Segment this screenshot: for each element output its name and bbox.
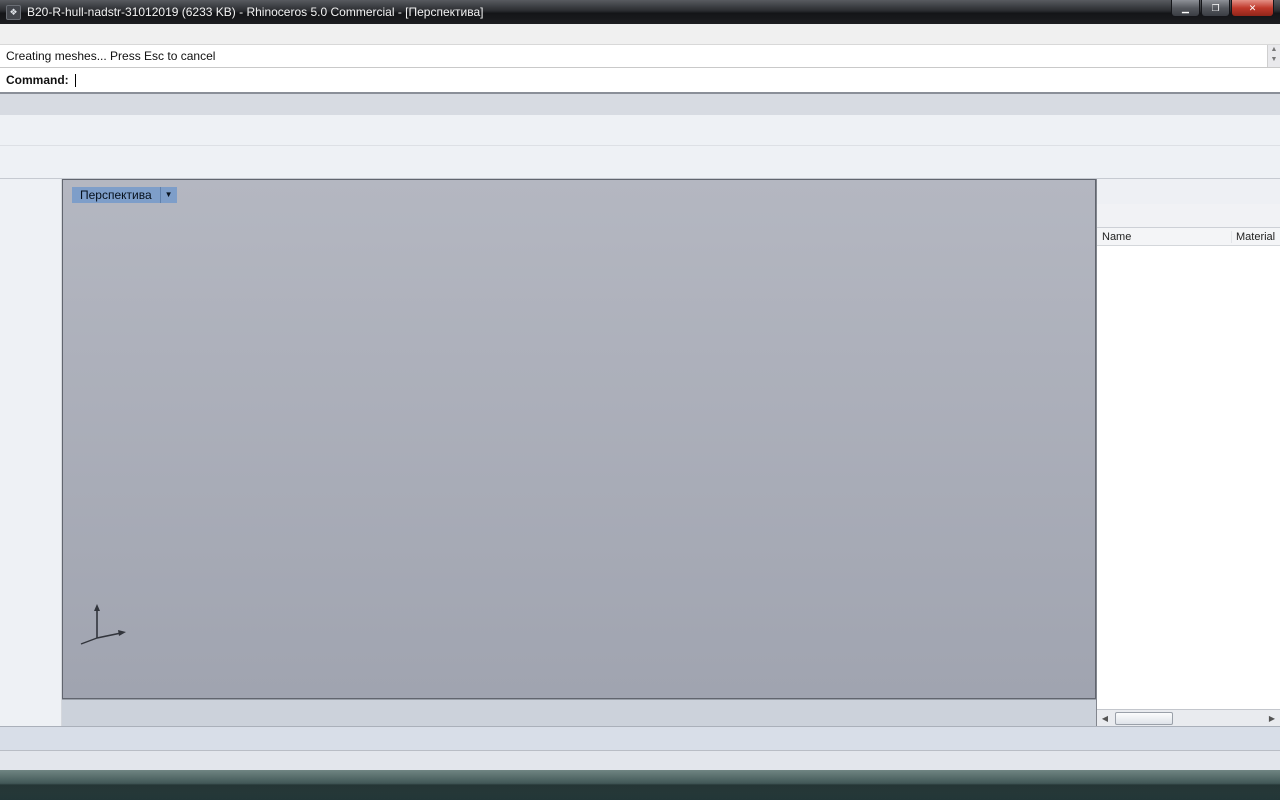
toolbar-tab-strip — [0, 94, 1280, 115]
command-input[interactable]: Command: — [0, 68, 1280, 94]
scroll-left-icon[interactable]: ◀ — [1097, 714, 1113, 723]
layers-panel: Name Material ◀ ▶ — [1096, 179, 1280, 726]
viewport-column: Перспектива ▼ — [62, 179, 1096, 726]
close-button[interactable]: ✕ — [1231, 0, 1274, 17]
scroll-right-icon[interactable]: ▶ — [1264, 714, 1280, 723]
minimize-button[interactable]: ▁ — [1171, 0, 1200, 17]
rhino-application-window: ❖ B20-R-hull-nadstr-31012019 (6233 KB) -… — [0, 0, 1280, 800]
column-name: Name — [1102, 231, 1231, 243]
window-title: B20-R-hull-nadstr-31012019 (6233 KB) - R… — [27, 5, 483, 19]
layer-list-header: Name Material — [1097, 228, 1280, 246]
panel-horizontal-scrollbar[interactable]: ◀ ▶ — [1097, 709, 1280, 726]
cplane-axis-icon — [77, 600, 129, 646]
command-history[interactable]: Creating meshes... Press Esc to cancel ▲… — [0, 45, 1280, 68]
layers-panel-toolbar — [1097, 204, 1280, 228]
main-area: Перспектива ▼ Na — [0, 179, 1280, 726]
ship-hull-model — [63, 180, 1096, 699]
viewport-tab-strip — [62, 699, 1096, 726]
layer-list — [1097, 246, 1280, 709]
column-material: Material — [1231, 231, 1275, 243]
perspective-viewport[interactable]: Перспектива ▼ — [62, 179, 1096, 699]
windows-taskbar — [0, 770, 1280, 800]
osnap-bar — [0, 726, 1280, 750]
standard-toolbar — [0, 115, 1280, 146]
status-bar — [0, 750, 1280, 770]
command-prompt-label: Command: — [6, 73, 69, 87]
text-caret — [75, 74, 76, 87]
command-scrollbar[interactable]: ▲▼ — [1267, 45, 1280, 67]
title-bar: ❖ B20-R-hull-nadstr-31012019 (6233 KB) -… — [0, 0, 1280, 24]
panel-tab-strip — [1097, 179, 1280, 204]
left-sidebar-toolbar — [0, 179, 62, 726]
secondary-toolbar — [0, 146, 1280, 179]
rhino-app-icon[interactable]: ❖ — [6, 5, 21, 20]
maximize-button[interactable]: ❐ — [1201, 0, 1230, 17]
viewport-title[interactable]: Перспектива ▼ — [72, 187, 177, 203]
command-history-text: Creating meshes... Press Esc to cancel — [6, 49, 215, 63]
scrollbar-thumb[interactable] — [1115, 712, 1173, 725]
viewport-title-label: Перспектива — [72, 187, 160, 203]
menu-bar — [0, 24, 1280, 45]
viewport-title-dropdown-icon[interactable]: ▼ — [160, 187, 177, 203]
window-controls: ▁ ❐ ✕ — [1170, 0, 1274, 17]
